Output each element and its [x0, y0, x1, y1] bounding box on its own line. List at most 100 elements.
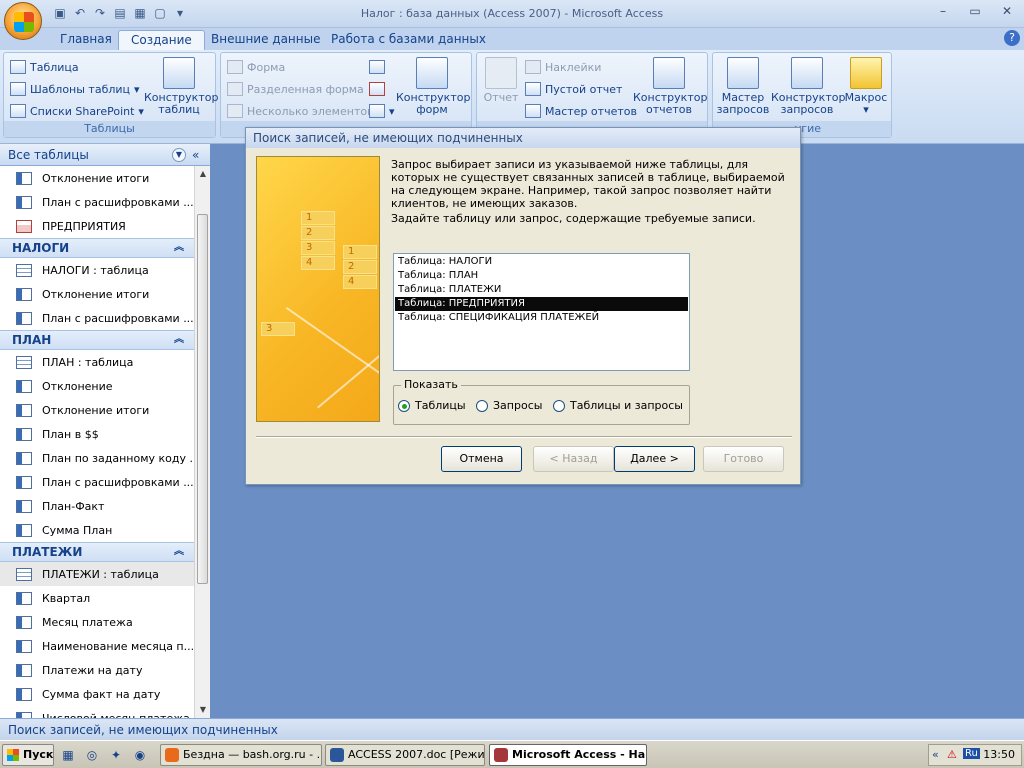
radio-tables[interactable]: Таблицы	[398, 399, 466, 412]
collapse-group-icon[interactable]: ︽	[174, 331, 184, 349]
scroll-thumb[interactable]	[197, 214, 208, 584]
collapse-group-icon[interactable]: ︽	[174, 239, 184, 257]
nav-item[interactable]: План по заданному коду ...	[0, 446, 194, 470]
labels-button[interactable]: Наклейки	[525, 57, 601, 77]
tab-external-data[interactable]: Внешние данные	[199, 30, 332, 50]
nav-item[interactable]: Отклонение	[0, 374, 194, 398]
listbox-row[interactable]: Таблица: НАЛОГИ	[395, 255, 688, 269]
nav-item[interactable]: Отклонение итоги	[0, 398, 194, 422]
table-designer-button[interactable]: Конструктор таблиц	[144, 57, 218, 116]
scroll-up-icon[interactable]: ▲	[195, 166, 211, 182]
art-cell: 1	[301, 211, 335, 225]
collapse-group-icon[interactable]: ︽	[174, 543, 184, 561]
table-templates-button[interactable]: Шаблоны таблиц ▾	[10, 79, 140, 99]
query-wizard-button[interactable]: Мастер запросов	[715, 57, 771, 116]
nav-item[interactable]: НАЛОГИ : таблица	[0, 258, 194, 282]
nav-item[interactable]: Отклонение итоги	[0, 282, 194, 306]
nav-pane-header[interactable]: Все таблицы ▼ «	[0, 144, 210, 166]
art-line	[285, 307, 379, 395]
macro-icon	[850, 57, 882, 89]
quicklaunch-icon[interactable]: ✦	[108, 747, 124, 763]
radio-queries[interactable]: Запросы	[476, 399, 542, 412]
maximize-button[interactable]: ▭	[964, 2, 986, 20]
nav-item[interactable]: ПРЕДПРИЯТИЯ	[0, 214, 194, 238]
nav-item[interactable]: Платежи на дату	[0, 658, 194, 682]
nav-item[interactable]: План с расшифровками ...	[0, 306, 194, 330]
finish-button[interactable]: Готово	[703, 446, 784, 472]
query-designer-button[interactable]: Конструктор запросов	[771, 57, 845, 116]
listbox-row[interactable]: Таблица: ПЛАТЕЖИ	[395, 283, 688, 297]
nav-item[interactable]: Отклонение итоги	[0, 166, 194, 190]
multiple-items-button[interactable]: Несколько элементов	[227, 101, 374, 121]
blank-form-button[interactable]	[369, 79, 385, 99]
sharepoint-lists-button[interactable]: Списки SharePoint ▾	[10, 101, 144, 121]
form-designer-button[interactable]: Конструктор форм	[396, 57, 470, 116]
task-browser[interactable]: Бездна — bash.org.ru - ...	[160, 744, 322, 766]
nav-group-header[interactable]: НАЛОГИ ︽	[0, 238, 194, 258]
firefox-icon[interactable]: ◉	[132, 747, 148, 763]
report-designer-button[interactable]: Конструктор отчетов	[633, 57, 707, 116]
radio-tables-and-queries[interactable]: Таблицы и запросы	[553, 399, 683, 412]
tab-home[interactable]: Главная	[48, 30, 124, 50]
nav-item[interactable]: Наименование месяца п...	[0, 634, 194, 658]
office-button[interactable]	[4, 2, 42, 40]
blank-report-icon	[525, 82, 541, 96]
network-warning-icon[interactable]: ⚠	[947, 748, 957, 761]
nav-item[interactable]: План с расшифровками ...	[0, 190, 194, 214]
language-indicator[interactable]: Ru	[963, 748, 980, 759]
tray-expand-icon[interactable]: «	[932, 748, 939, 761]
nav-item[interactable]: ПЛАН : таблица	[0, 350, 194, 374]
nav-item[interactable]: Сумма факт на дату	[0, 682, 194, 706]
minimize-button[interactable]: –	[932, 2, 954, 20]
tab-database-tools[interactable]: Работа с базами данных	[319, 30, 498, 50]
macro-button[interactable]: Макрос ▾	[843, 57, 889, 116]
nav-item[interactable]: План с расшифровками ...	[0, 470, 194, 494]
cancel-button[interactable]: Отмена	[441, 446, 522, 472]
listbox-row[interactable]: Таблица: СПЕЦИФИКАЦИЯ ПЛАТЕЖЕЙ	[395, 311, 688, 325]
task-browser-label: Бездна — bash.org.ru - ...	[183, 748, 322, 761]
chevron-down-icon[interactable]: ▼	[172, 148, 186, 162]
nav-group-header[interactable]: ПЛАН ︽	[0, 330, 194, 350]
listbox-row[interactable]: Таблица: ПЛАН	[395, 269, 688, 283]
quicklaunch-icon[interactable]: ◎	[84, 747, 100, 763]
tab-create[interactable]: Создание	[118, 30, 205, 50]
quicklaunch-icon[interactable]: ▦	[60, 747, 76, 763]
labels-icon	[525, 60, 541, 74]
nav-item[interactable]: План-Факт	[0, 494, 194, 518]
group-tables: Таблица Шаблоны таблиц ▾ Списки SharePoin…	[3, 52, 218, 138]
nav-list: Отклонение итоги План с расшифровками ...…	[0, 166, 194, 718]
nav-item[interactable]: Месяц платежа	[0, 610, 194, 634]
close-button[interactable]: ✕	[996, 2, 1018, 20]
collapse-pane-icon[interactable]: «	[192, 144, 199, 166]
start-button[interactable]: Пуск	[2, 744, 54, 766]
next-button[interactable]: Далее >	[614, 446, 695, 472]
nav-item[interactable]: Квартал	[0, 586, 194, 610]
help-icon[interactable]: ?	[1004, 30, 1020, 46]
table-button[interactable]: Таблица	[10, 57, 79, 77]
nav-item-label: Квартал	[42, 591, 91, 605]
scroll-down-icon[interactable]: ▼	[195, 702, 211, 718]
split-form-button[interactable]: Разделенная форма	[227, 79, 364, 99]
nav-group-header[interactable]: ПЛАТЕЖИ ︽	[0, 542, 194, 562]
back-button[interactable]: < Назад	[533, 446, 614, 472]
group-tables-label: Таблицы	[4, 121, 215, 137]
task-access[interactable]: Microsoft Access - На...	[489, 744, 647, 766]
pivot-chart-button[interactable]	[369, 57, 385, 77]
report-wizard-button[interactable]: Мастер отчетов	[525, 101, 637, 121]
nav-item-label: ПЛАТЕЖИ : таблица	[42, 567, 159, 581]
listbox-row[interactable]: Таблица: ПРЕДПРИЯТИЯ	[395, 297, 688, 311]
blank-report-button[interactable]: Пустой отчет	[525, 79, 622, 99]
report-button[interactable]: Отчет	[481, 57, 521, 104]
form-button[interactable]: Форма	[227, 57, 285, 77]
sharepoint-icon	[10, 104, 26, 118]
more-forms-button[interactable]: ▾	[369, 101, 395, 121]
nav-item[interactable]: Числовой месяц платежа	[0, 706, 194, 718]
nav-item[interactable]: Сумма План	[0, 518, 194, 542]
nav-item[interactable]: ПЛАТЕЖИ : таблица	[0, 562, 194, 586]
nav-scrollbar[interactable]: ▲ ▼	[194, 166, 210, 718]
nav-item[interactable]: План в $$	[0, 422, 194, 446]
table-listbox[interactable]: Таблица: НАЛОГИ Таблица: ПЛАН Таблица: ПЛА…	[393, 253, 690, 371]
task-word[interactable]: ACCESS 2007.doc [Режи...	[325, 744, 485, 766]
system-tray: « ⚠ Ru 13:50	[928, 744, 1022, 766]
pivot-chart-icon	[369, 60, 385, 74]
